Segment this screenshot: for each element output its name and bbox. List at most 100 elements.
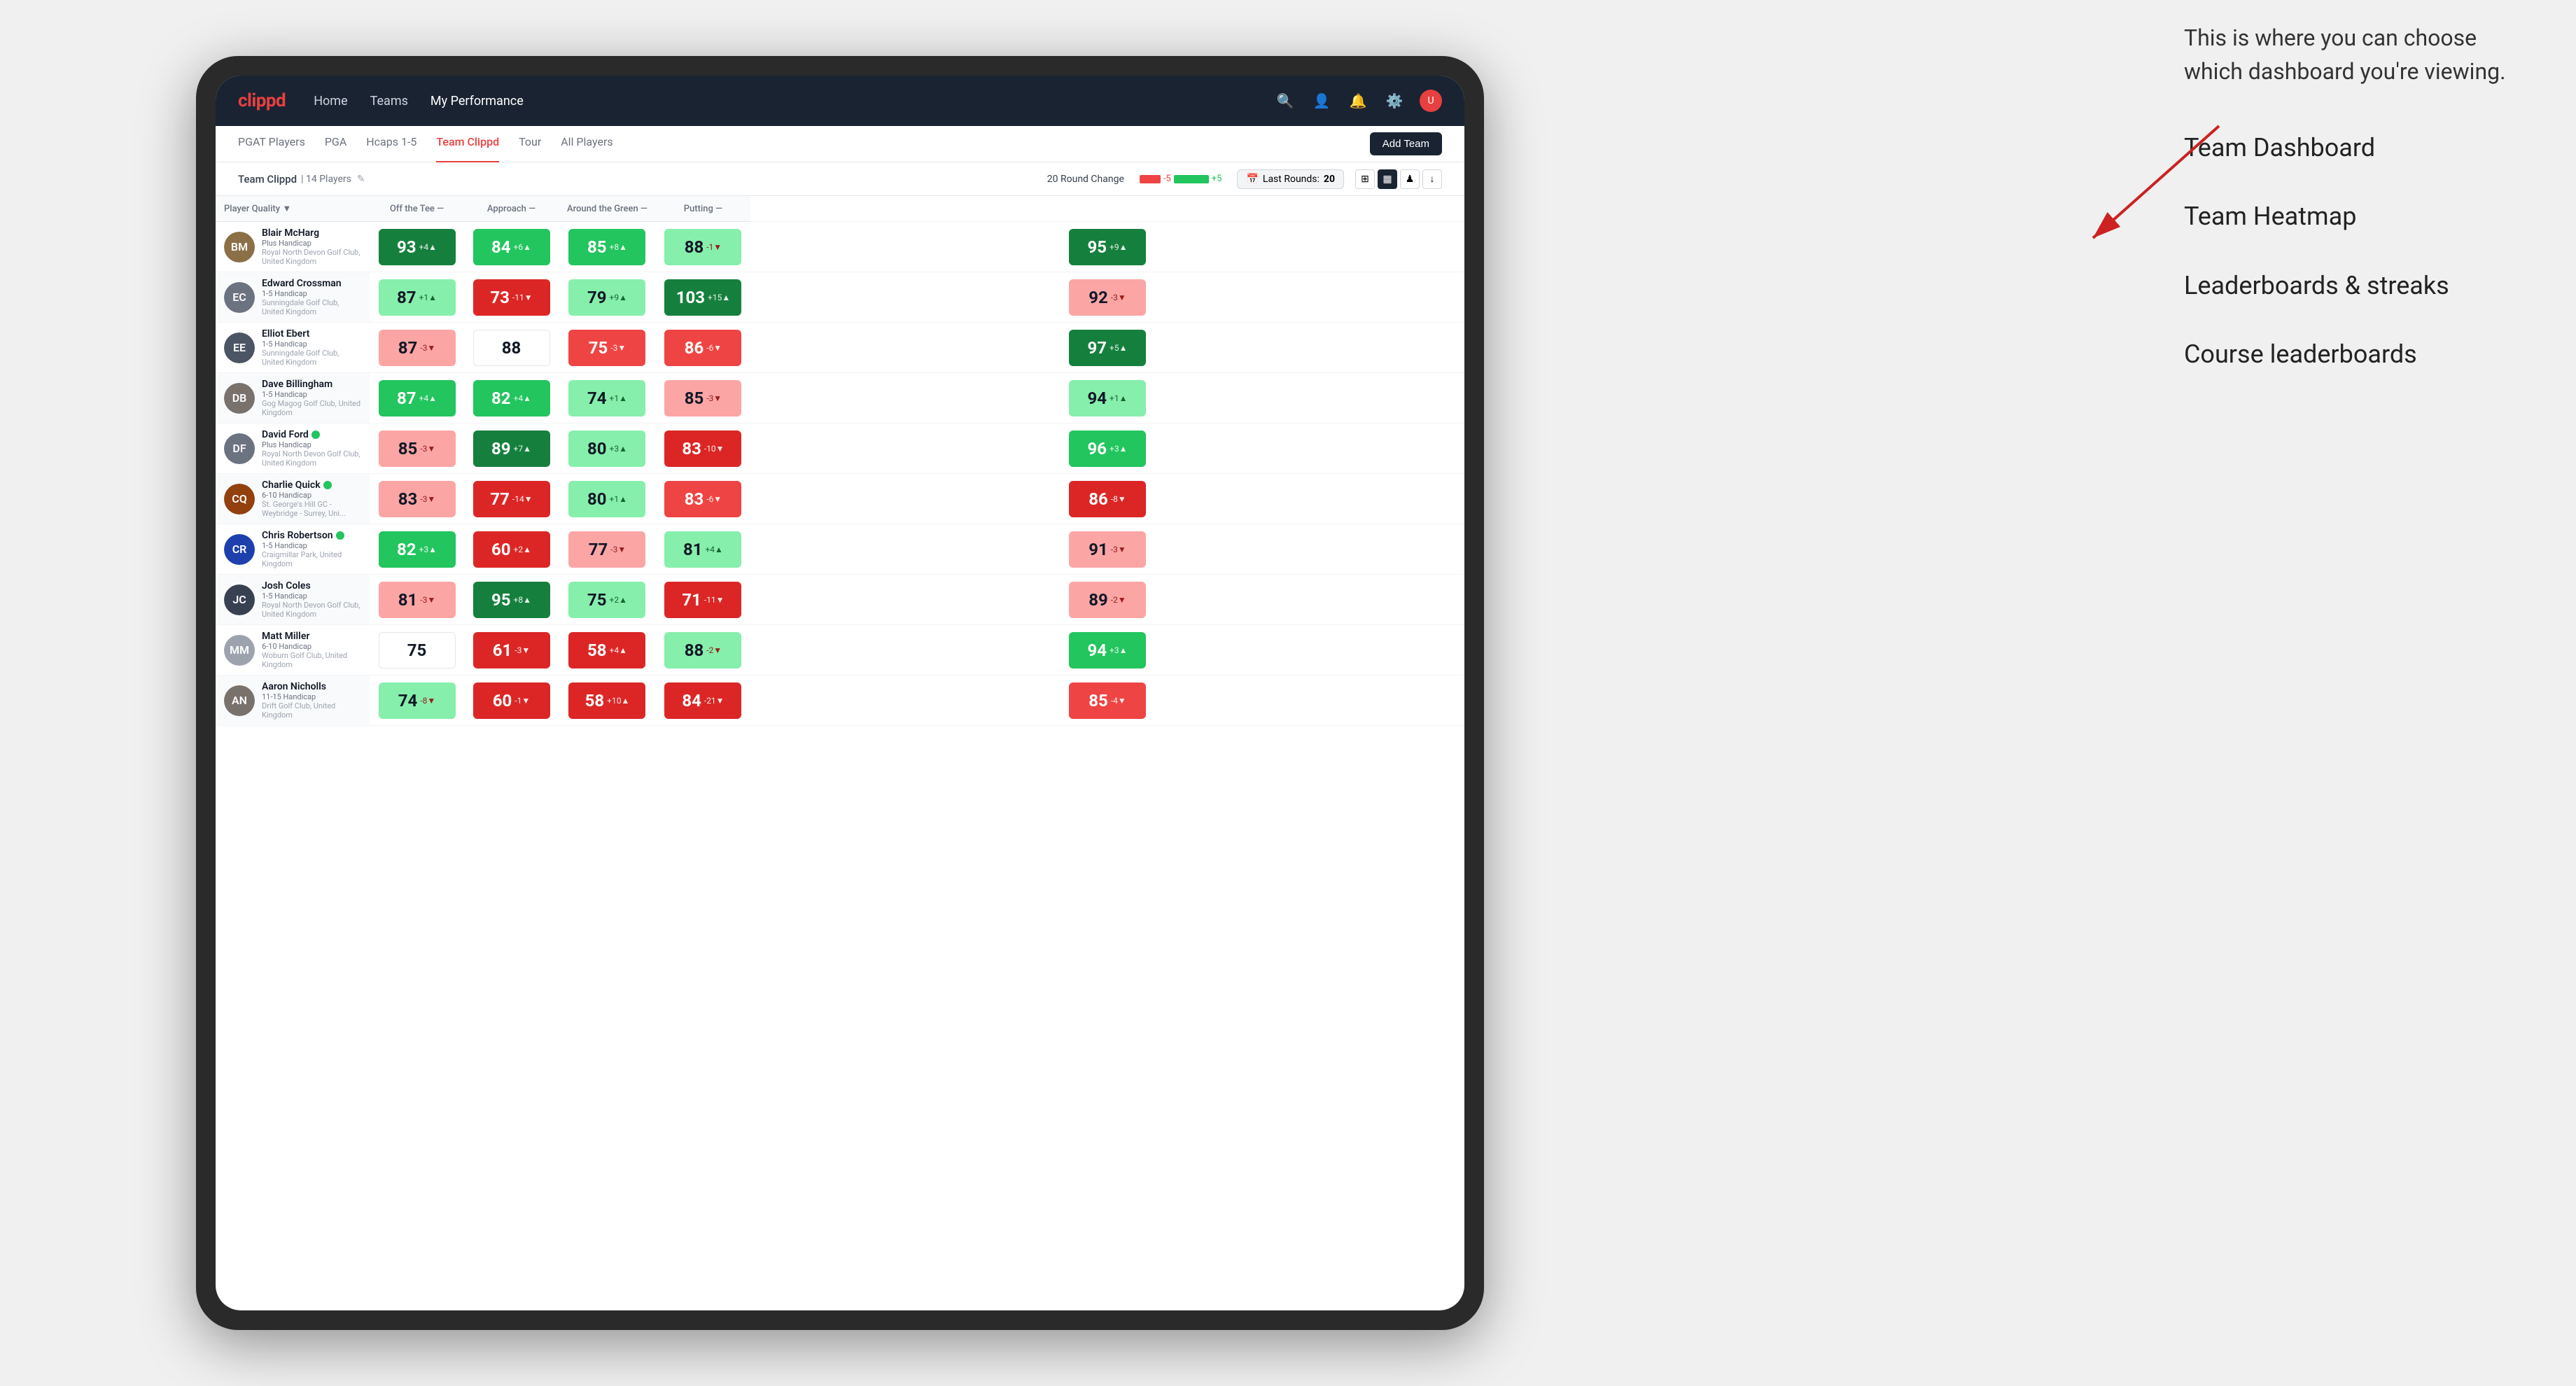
subnav-pgat[interactable]: PGAT Players — [238, 126, 305, 162]
subnav-tour[interactable]: Tour — [519, 126, 541, 162]
player-name: Matt Miller — [262, 631, 361, 642]
table-header-row: Player Quality ▼ Off the Tee — Approach … — [216, 196, 1464, 222]
putting-cell: 94 +1▲ — [750, 373, 1464, 424]
team-header: Team Clippd | 14 Players ✎ 20 Round Chan… — [216, 162, 1464, 196]
player-handicap: 11-15 Handicap — [262, 692, 361, 701]
col-off-tee[interactable]: Off the Tee — — [370, 196, 464, 222]
app-logo[interactable]: clippd — [238, 90, 286, 111]
bell-icon[interactable]: 🔔 — [1347, 90, 1369, 112]
player-info: Elliot Ebert 1-5 Handicap Sunningdale Go… — [262, 328, 361, 367]
player-cell[interactable]: BM Blair McHarg Plus Handicap Royal Nort… — [216, 222, 370, 272]
player-avatar: DB — [224, 383, 255, 414]
table-row: DB Dave Billingham 1-5 Handicap Gog Mago… — [216, 373, 1464, 424]
settings-icon[interactable]: ⚙️ — [1383, 90, 1406, 112]
putting-cell: 86 -8▼ — [750, 474, 1464, 524]
calendar-icon: 📅 — [1246, 174, 1258, 185]
subnav-all-players[interactable]: All Players — [561, 126, 612, 162]
player-quality-cell: 85 -3▼ — [370, 424, 464, 474]
putting-cell: 94 +3▲ — [750, 625, 1464, 676]
player-handicap: 1-5 Handicap — [262, 340, 361, 349]
approach-cell: 77 -3▼ — [559, 524, 656, 575]
player-cell[interactable]: CR Chris Robertson 1-5 Handicap Craigmil… — [216, 524, 370, 574]
col-putting[interactable]: Putting — — [656, 196, 750, 222]
player-table: Player Quality ▼ Off the Tee — Approach … — [216, 196, 1464, 726]
subnav-team-clippd[interactable]: Team Clippd — [436, 126, 499, 162]
avatar[interactable]: U — [1420, 90, 1442, 112]
table-row: CR Chris Robertson 1-5 Handicap Craigmil… — [216, 524, 1464, 575]
player-info: Chris Robertson 1-5 Handicap Craigmillar… — [262, 530, 361, 568]
subnav-hcaps[interactable]: Hcaps 1-5 — [366, 126, 416, 162]
player-name: Blair McHarg — [262, 227, 361, 239]
player-cell[interactable]: EC Edward Crossman 1-5 Handicap Sunningd… — [216, 272, 370, 322]
off-tee-cell: 95 +8▲ — [464, 575, 559, 625]
player-avatar: EC — [224, 282, 255, 313]
annotation-list: Team Dashboard Team Heatmap Leaderboards… — [2184, 130, 2520, 372]
player-handicap: 6-10 Handicap — [262, 491, 361, 500]
player-cell[interactable]: DB Dave Billingham 1-5 Handicap Gog Mago… — [216, 373, 370, 423]
download-button[interactable]: ↓ — [1422, 169, 1442, 189]
negative-bar — [1140, 175, 1161, 183]
player-name: Edward Crossman — [262, 278, 361, 289]
table-row: EC Edward Crossman 1-5 Handicap Sunningd… — [216, 272, 1464, 323]
grid-view-button[interactable]: ⊞ — [1355, 169, 1375, 189]
off-tee-cell: 89 +7▲ — [464, 424, 559, 474]
player-handicap: 1-5 Handicap — [262, 592, 361, 601]
player-club: Royal North Devon Golf Club, United King… — [262, 601, 361, 619]
player-avatar: CR — [224, 534, 255, 565]
off-tee-cell: 60 +2▲ — [464, 524, 559, 575]
player-cell[interactable]: EE Elliot Ebert 1-5 Handicap Sunningdale… — [216, 323, 370, 372]
around-green-cell: 71 -11▼ — [656, 575, 750, 625]
navbar-nav: Home Teams My Performance — [314, 94, 1274, 108]
round-change-neg: -5 — [1163, 174, 1171, 184]
off-tee-cell: 61 -3▼ — [464, 625, 559, 676]
player-cell[interactable]: AN Aaron Nicholls 11-15 Handicap Drift G… — [216, 676, 370, 725]
nav-my-performance[interactable]: My Performance — [430, 94, 524, 108]
last-rounds-button[interactable]: 📅 Last Rounds: 20 — [1237, 169, 1344, 189]
player-cell[interactable]: DF David Ford Plus Handicap Royal North … — [216, 424, 370, 473]
player-info: Blair McHarg Plus Handicap Royal North D… — [262, 227, 361, 266]
tablet-device: clippd Home Teams My Performance 🔍 👤 🔔 ⚙… — [196, 56, 1484, 1330]
approach-cell: 85 +8▲ — [559, 222, 656, 272]
around-green-cell: 88 -1▼ — [656, 222, 750, 272]
col-player-quality[interactable]: Player Quality ▼ — [216, 196, 370, 222]
player-club: Sunningdale Golf Club, United Kingdom — [262, 298, 361, 316]
player-cell[interactable]: CQ Charlie Quick 6-10 Handicap St. Georg… — [216, 474, 370, 524]
player-info: Dave Billingham 1-5 Handicap Gog Magog G… — [262, 379, 361, 417]
player-avatar: AN — [224, 685, 255, 716]
player-name: Chris Robertson — [262, 530, 361, 541]
table-view-button[interactable]: ▦ — [1378, 169, 1397, 189]
round-change-bar: -5 +5 — [1140, 174, 1222, 184]
user-icon[interactable]: 👤 — [1310, 90, 1333, 112]
player-info: Charlie Quick 6-10 Handicap St. George's… — [262, 479, 361, 518]
player-club: Royal North Devon Golf Club, United King… — [262, 248, 361, 266]
annotation-item-4: Course leaderboards — [2184, 337, 2520, 372]
player-club: St. George's Hill GC - Weybridge - Surre… — [262, 500, 361, 518]
team-name: Team Clippd — [238, 173, 297, 186]
player-quality-cell: 74 -8▼ — [370, 676, 464, 726]
approach-cell: 75 +2▲ — [559, 575, 656, 625]
table-row: DF David Ford Plus Handicap Royal North … — [216, 424, 1464, 474]
subnav-pga[interactable]: PGA — [325, 126, 346, 162]
annotation-item-2: Team Heatmap — [2184, 199, 2520, 234]
nav-home[interactable]: Home — [314, 94, 347, 108]
player-handicap: 6-10 Handicap — [262, 642, 361, 651]
annotation-text: This is where you can choose which dashb… — [2184, 21, 2520, 88]
positive-bar — [1174, 175, 1209, 183]
team-controls: 20 Round Change -5 +5 📅 Last Rounds: 20 … — [1047, 169, 1442, 189]
player-avatar: DF — [224, 433, 255, 464]
player-cell[interactable]: JC Josh Coles 1-5 Handicap Royal North D… — [216, 575, 370, 624]
approach-cell: 58 +4▲ — [559, 625, 656, 676]
player-avatar: MM — [224, 635, 255, 666]
player-cell[interactable]: MM Matt Miller 6-10 Handicap Woburn Golf… — [216, 625, 370, 675]
edit-icon[interactable]: ✎ — [357, 174, 365, 185]
player-quality-cell: 82 +3▲ — [370, 524, 464, 575]
player-handicap: Plus Handicap — [262, 440, 361, 449]
search-icon[interactable]: 🔍 — [1274, 90, 1296, 112]
chart-view-button[interactable]: ♟ — [1400, 169, 1420, 189]
col-approach[interactable]: Approach — — [464, 196, 559, 222]
col-around-green[interactable]: Around the Green — — [559, 196, 656, 222]
add-team-button[interactable]: Add Team — [1370, 132, 1442, 155]
table-row: JC Josh Coles 1-5 Handicap Royal North D… — [216, 575, 1464, 625]
nav-teams[interactable]: Teams — [370, 94, 408, 108]
off-tee-cell: 77 -14▼ — [464, 474, 559, 524]
